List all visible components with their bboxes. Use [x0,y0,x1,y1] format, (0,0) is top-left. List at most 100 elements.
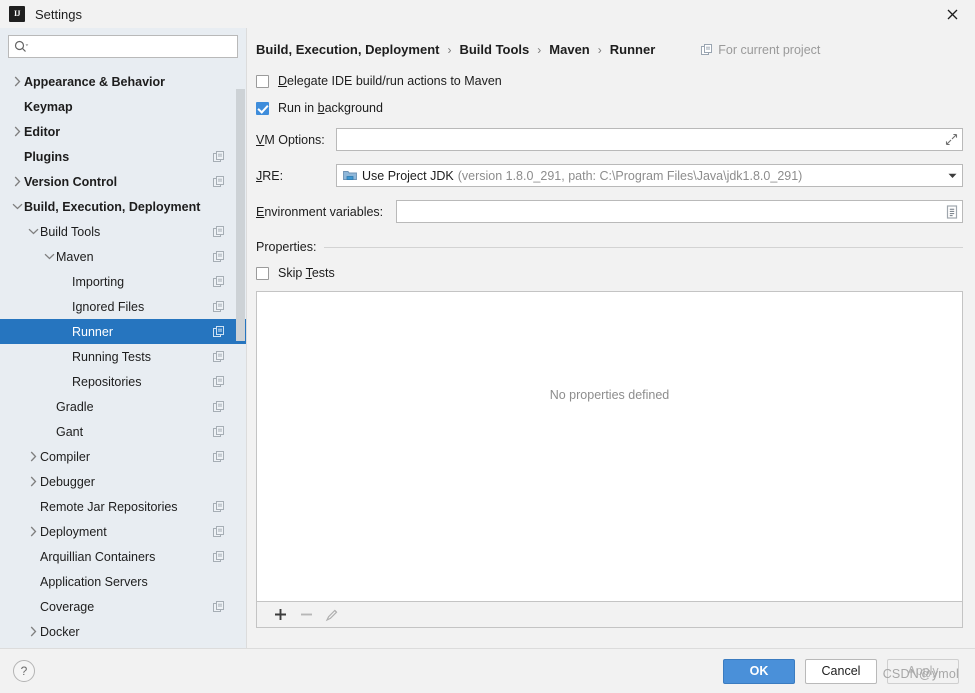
module-scope-icon [213,275,225,288]
sidebar-item-label: Deployment [40,524,107,539]
apply-button[interactable]: Apply [887,658,959,684]
chevron-down-icon[interactable] [10,194,24,219]
sidebar-item-label: Coverage [40,599,95,614]
module-scope-icon [213,350,225,363]
sidebar-item-docker[interactable]: Docker [0,619,246,644]
jre-dropdown-button[interactable] [942,173,962,179]
run-in-background-checkbox[interactable] [256,101,269,115]
edit-property-button[interactable] [319,603,345,627]
module-folder-icon [343,169,357,182]
sidebar-item-label: Docker [40,624,80,639]
vm-options-input[interactable] [337,130,941,149]
breadcrumb-separator: › [537,42,542,57]
cancel-button[interactable]: Cancel [805,658,877,684]
module-scope-icon [213,375,225,388]
vm-options-expand-button[interactable] [941,129,962,150]
chevron-right-icon[interactable] [10,69,24,94]
sidebar-item-label: Version Control [24,174,118,189]
add-property-button[interactable] [267,603,293,627]
run-in-background-label-post: ackground [324,101,383,115]
module-scope-icon [213,325,225,338]
run-in-background-label[interactable]: Run in background [278,101,383,115]
properties-table[interactable]: No properties defined [256,291,963,602]
sidebar-item-remote-jar-repositories[interactable]: Remote Jar Repositories [0,494,246,519]
run-in-background-label-pre: Run in [278,101,318,115]
sidebar-item-application-servers[interactable]: Application Servers [0,569,246,594]
chevron-right-icon[interactable] [10,119,24,144]
chevron-right-icon[interactable] [26,519,40,544]
sidebar-item-ignored-files[interactable]: Ignored Files [0,294,246,319]
chevron-down-icon[interactable] [26,219,40,244]
for-current-project-indicator: For current project [701,43,820,57]
jre-row: JRE: Use Project JDK (version 1.8.0_291,… [256,164,963,187]
plus-icon [274,608,287,621]
sidebar-item-arquillian-containers[interactable]: Arquillian Containers [0,544,246,569]
minus-icon [300,608,313,621]
breadcrumb-item-3: Runner [609,42,656,57]
delegate-checkbox[interactable] [256,74,269,88]
skip-tests-label[interactable]: Skip Tests [278,266,335,280]
close-button[interactable] [929,0,975,28]
runner-form: Delegate IDE build/run actions to Maven … [247,74,975,628]
sidebar-item-coverage[interactable]: Coverage [0,594,246,619]
search-box[interactable] [8,35,238,58]
module-scope-icon [213,550,225,563]
sidebar-scrollbar[interactable] [236,69,245,648]
sidebar-item-runner[interactable]: Runner [0,319,246,344]
sidebar-item-keymap[interactable]: Keymap [0,94,246,119]
sidebar-item-editor[interactable]: Editor [0,119,246,144]
chevron-right-icon[interactable] [26,619,40,644]
sidebar-item-running-tests[interactable]: Running Tests [0,344,246,369]
breadcrumb-item-0[interactable]: Build, Execution, Deployment [256,42,439,57]
sidebar-item-label: Keymap [24,99,73,114]
sidebar-item-importing[interactable]: Importing [0,269,246,294]
sidebar-item-repositories[interactable]: Repositories [0,369,246,394]
remove-property-button[interactable] [293,603,319,627]
breadcrumb-item-1[interactable]: Build Tools [459,42,529,57]
environment-variables-field[interactable] [396,200,963,223]
sidebar-item-label: Repositories [72,374,142,389]
sidebar-item-build-tools[interactable]: Build Tools [0,219,246,244]
help-button[interactable]: ? [13,660,35,682]
delegate-label[interactable]: Delegate IDE build/run actions to Maven [278,74,502,88]
search-wrapper [0,28,246,64]
sidebar-item-appearance-behavior[interactable]: Appearance & Behavior [0,69,246,94]
sidebar-item-debugger[interactable]: Debugger [0,469,246,494]
chevron-right-icon[interactable] [26,444,40,469]
skip-tests-checkbox[interactable] [256,266,269,280]
chevron-right-icon[interactable] [26,469,40,494]
module-scope-icon [213,175,225,188]
close-icon [947,9,958,20]
environment-variables-browse-button[interactable] [941,201,962,222]
sidebar-item-build-execution-deployment[interactable]: Build, Execution, Deployment [0,194,246,219]
chevron-down-icon[interactable] [42,244,56,269]
vm-options-field[interactable] [336,128,963,151]
chevron-right-icon[interactable] [10,169,24,194]
sidebar-item-gant[interactable]: Gant [0,419,246,444]
breadcrumb-item-2[interactable]: Maven [549,42,589,57]
chevron-down-icon [948,173,957,179]
sidebar-item-label: Arquillian Containers [40,549,156,564]
module-scope-icon [213,425,225,438]
sidebar-item-deployment[interactable]: Deployment [0,519,246,544]
sidebar-item-version-control[interactable]: Version Control [0,169,246,194]
settings-tree[interactable]: Appearance & Behavior Keymap Editor Plugins… [0,69,246,648]
environment-variables-input[interactable] [397,202,941,221]
ok-button[interactable]: OK [723,658,795,684]
sidebar-scrollbar-thumb[interactable] [236,89,245,341]
sidebar-item-label: Importing [72,274,125,289]
sidebar-item-gradle[interactable]: Gradle [0,394,246,419]
sidebar-item-maven[interactable]: Maven [0,244,246,269]
module-scope-icon [213,150,225,163]
search-input[interactable] [29,38,237,55]
sidebar-item-plugins[interactable]: Plugins [0,144,246,169]
jre-combobox[interactable]: Use Project JDK (version 1.8.0_291, path… [336,164,963,187]
module-scope-icon [213,500,225,513]
environment-variables-label-text: nvironment variables: [264,204,384,219]
sidebar-item-compiler[interactable]: Compiler [0,444,246,469]
module-scope-icon [213,250,225,263]
